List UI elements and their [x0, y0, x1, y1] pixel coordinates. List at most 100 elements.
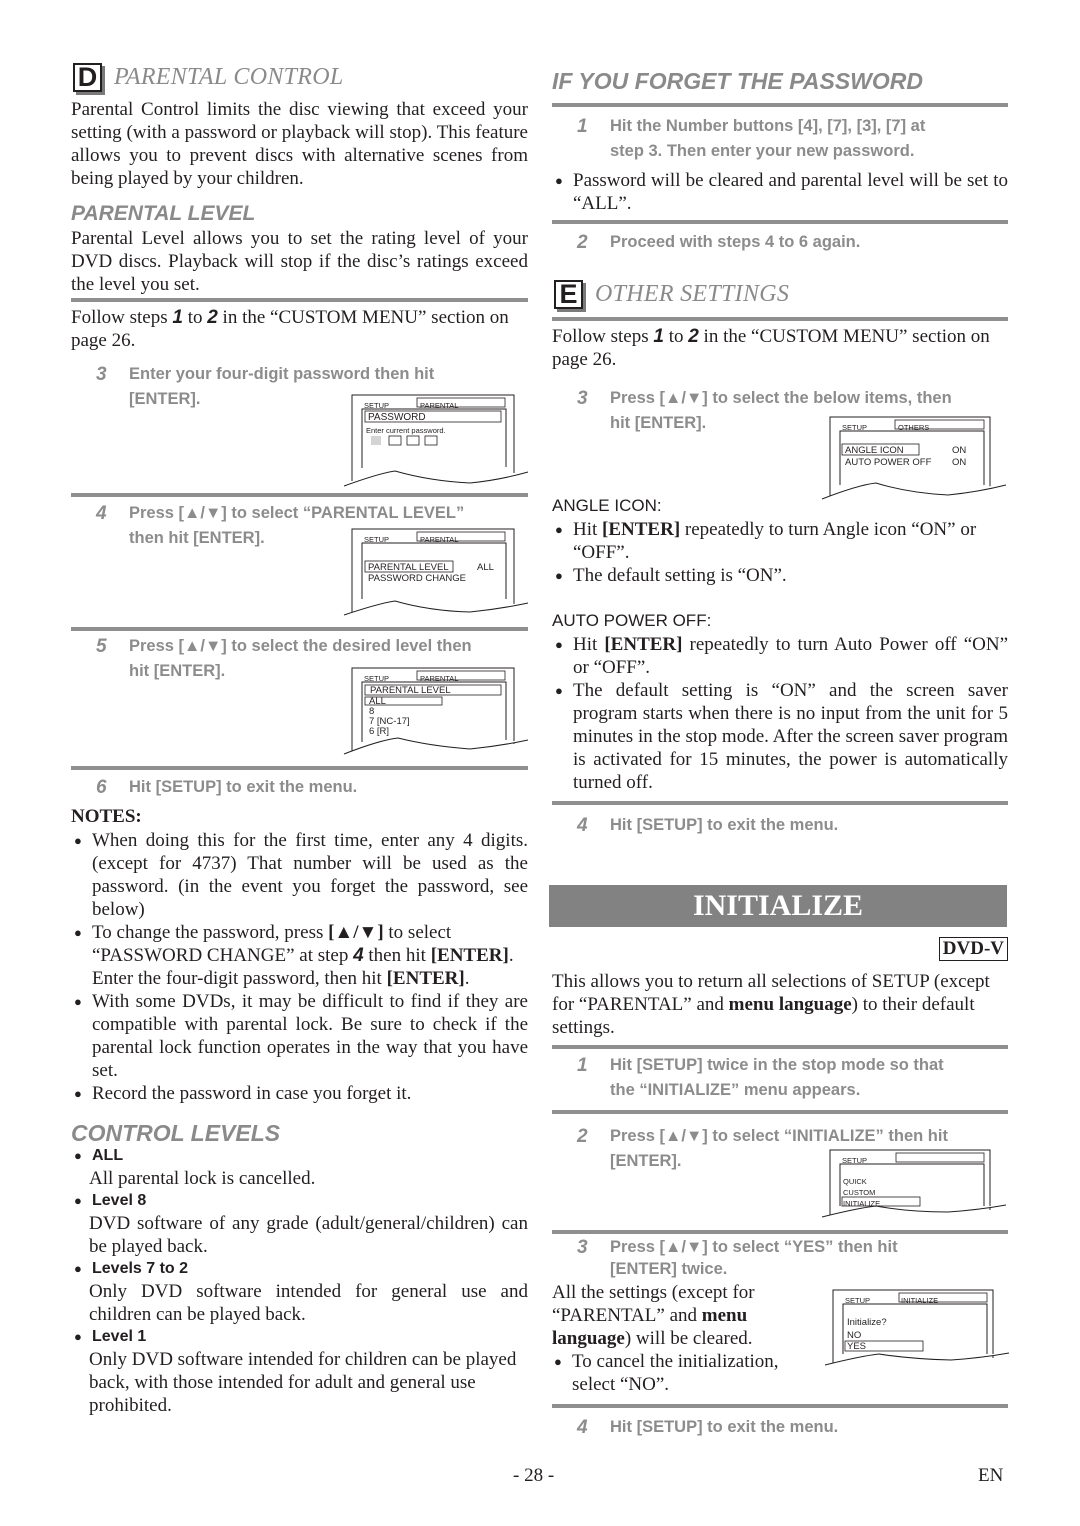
step-number: 3	[577, 388, 588, 409]
step-text-line1: Press [▲/▼] to select “INITIALIZE” then …	[610, 1127, 948, 1145]
screen-item-quick: QUICK	[843, 1177, 867, 1186]
step-number: 4	[577, 1417, 588, 1438]
section-title: OTHER SETTINGS	[595, 281, 790, 307]
follow-mid: to	[663, 326, 689, 347]
divider	[552, 801, 1008, 805]
follow-pre: Follow steps	[71, 307, 173, 328]
follow-pre: Follow steps	[552, 326, 654, 347]
step-text-line2: the “INITIALIZE” menu appears.	[610, 1081, 861, 1099]
screen-setup-label: SETUP	[845, 1296, 871, 1305]
auto-power-off-item: The default setting is “ON” and the scre…	[555, 679, 1008, 794]
divider	[552, 1110, 1008, 1114]
parental-level-title: PARENTAL LEVEL	[71, 202, 256, 225]
section-header-parental-control: D PARENTAL CONTROL	[73, 63, 344, 92]
parental-intro: Parental Control limits the disc viewing…	[71, 99, 528, 189]
step-number: 4	[96, 503, 107, 524]
screen-setup-label: SETUP	[842, 423, 868, 432]
screen-item-angle-icon: ANGLE ICON	[845, 445, 904, 456]
step-number: 2	[577, 232, 588, 253]
control-level-label: ALL	[74, 1145, 528, 1167]
notes-list: When doing this for the first time, ente…	[74, 829, 528, 1105]
step-text: Proceed with steps 4 to 6 again.	[610, 233, 861, 251]
screen-initialize-menu: SETUP QUICK CUSTOM INITIALIZE	[818, 1148, 1008, 1218]
section-title: PARENTAL CONTROL	[114, 64, 344, 90]
step-text-line2: [ENTER].	[610, 1152, 682, 1170]
follow-step-1: 1	[172, 307, 183, 328]
screen-others: SETUP OTHERS ANGLE ICON ON AUTO POWER OF…	[818, 415, 1008, 500]
divider	[71, 766, 528, 770]
screen-item-initialize: INITIALIZE	[843, 1199, 881, 1208]
right-column: IF YOU FORGET THE PASSWORD 1 Hit the Num…	[549, 0, 1010, 1438]
step-text-line1: Press [▲/▼] to select “PARENTAL LEVEL”	[129, 504, 465, 522]
notes-title: NOTES:	[71, 806, 142, 827]
angle-icon-title: ANGLE ICON:	[552, 496, 662, 515]
init-step-1: 1 Hit [SETUP] twice in the stop mode so …	[577, 1053, 1008, 1103]
divider	[71, 298, 528, 302]
screen-setup-label: SETUP	[364, 535, 390, 544]
step-number: 4	[577, 815, 588, 836]
screen-prompt: Enter current password.	[366, 426, 446, 435]
follow-steps-text: Follow steps 1 to 2 in the “CUSTOM MENU”…	[552, 325, 1008, 371]
step-number: 2	[577, 1126, 588, 1147]
divider	[552, 1230, 1008, 1234]
follow-mid: to	[182, 307, 208, 328]
note-item: Record the password in case you forget i…	[74, 1082, 528, 1105]
auto-power-off-title: AUTO POWER OFF:	[552, 611, 712, 630]
follow-steps-text: Follow steps 1 to 2 in the “CUSTOM MENU”…	[71, 306, 528, 352]
step3-bold: menu	[701, 1305, 748, 1326]
step-text-line2: step 3. Then enter your new password.	[610, 142, 915, 160]
control-levels-list: ALL All parental lock is cancelled. Leve…	[74, 1145, 528, 1417]
screen-option: 6 [R]	[369, 726, 390, 737]
dvd-v-badge: DVD-V	[938, 937, 1008, 961]
language-label: EN	[978, 1465, 1004, 1486]
section-letter-d: D	[73, 63, 102, 92]
control-level-item: Level 8 DVD software of any grade (adult…	[74, 1190, 528, 1258]
divider	[71, 627, 528, 631]
initialize-intro: This allows you to return all selections…	[552, 970, 992, 1039]
step-6: 6 Hit [SETUP] to exit the menu.	[96, 775, 528, 800]
screen-tab-label: INITIALIZE	[901, 1296, 939, 1305]
control-level-label: Levels 7 to 2	[74, 1258, 528, 1280]
step-number: 3	[577, 1237, 588, 1258]
control-level-label: Level 8	[74, 1190, 528, 1212]
screen-item-value: ON	[952, 457, 967, 468]
auto-power-off-list: Hit [ENTER] repeatedly to turn Auto Powe…	[555, 633, 1008, 794]
angle-icon-list: Hit [ENTER] repeatedly to turn Angle ico…	[555, 518, 1008, 587]
screen-level-select: SETUP PARENTAL PARENTAL LEVEL ALL 8 7 [N…	[340, 666, 530, 756]
parental-level-text: Parental Level allows you to set the rat…	[71, 228, 528, 295]
step-number: 1	[577, 116, 588, 137]
screen-tab-label: PARENTAL	[420, 535, 459, 544]
page-number: - 28 -	[513, 1465, 555, 1486]
step-text-line2: [ENTER].	[129, 390, 201, 408]
divider	[552, 1404, 1008, 1408]
initialize-banner: INITIALIZE	[549, 885, 1007, 927]
screen-initialize-confirm: SETUP INITIALIZE Initialize? NO YES	[821, 1288, 1011, 1366]
section-letter-e: E	[554, 280, 583, 309]
step-text-line1: Hit the Number buttons [4], [7], [3], [7…	[610, 117, 926, 135]
screen-tab-label: PARENTAL	[420, 674, 459, 683]
step-text-line2: hit [ENTER].	[610, 414, 707, 432]
screen-setup-label: SETUP	[364, 401, 390, 410]
auto-power-off-item: Hit [ENTER] repeatedly to turn Auto Powe…	[555, 633, 1008, 679]
follow-step-1: 1	[653, 326, 664, 347]
note-item: With some DVDs, it may be difficult to f…	[74, 990, 528, 1082]
control-level-text: Only DVD software intended for general u…	[89, 1281, 528, 1325]
angle-icon-item: The default setting is “ON”.	[555, 564, 1008, 587]
screen-item-value: ON	[952, 445, 967, 456]
step-text: Hit [SETUP] to exit the menu.	[610, 1418, 839, 1436]
screen-item-auto-power-off: AUTO POWER OFF	[845, 457, 932, 468]
note-item: When doing this for the first time, ente…	[74, 829, 528, 921]
note-item: To change the password, press [▲/▼] to s…	[74, 921, 528, 990]
step-number: 5	[96, 636, 107, 657]
init-step-3: 3 Press [▲/▼] to select “YES” then hit […	[577, 1235, 1008, 1281]
step-number: 6	[96, 777, 107, 798]
section-header-other-settings: E OTHER SETTINGS	[554, 280, 789, 309]
step-number: 1	[577, 1055, 588, 1076]
divider	[71, 493, 528, 497]
screen-heading: PASSWORD	[368, 412, 426, 423]
forget-password-title: IF YOU FORGET THE PASSWORD	[552, 68, 923, 94]
control-level-text: DVD software of any grade (adult/general…	[89, 1213, 528, 1257]
divider	[552, 220, 1008, 224]
screen-password: SETUP PARENTAL PASSWORD Enter current pa…	[340, 393, 530, 488]
step-number: 3	[96, 364, 107, 385]
